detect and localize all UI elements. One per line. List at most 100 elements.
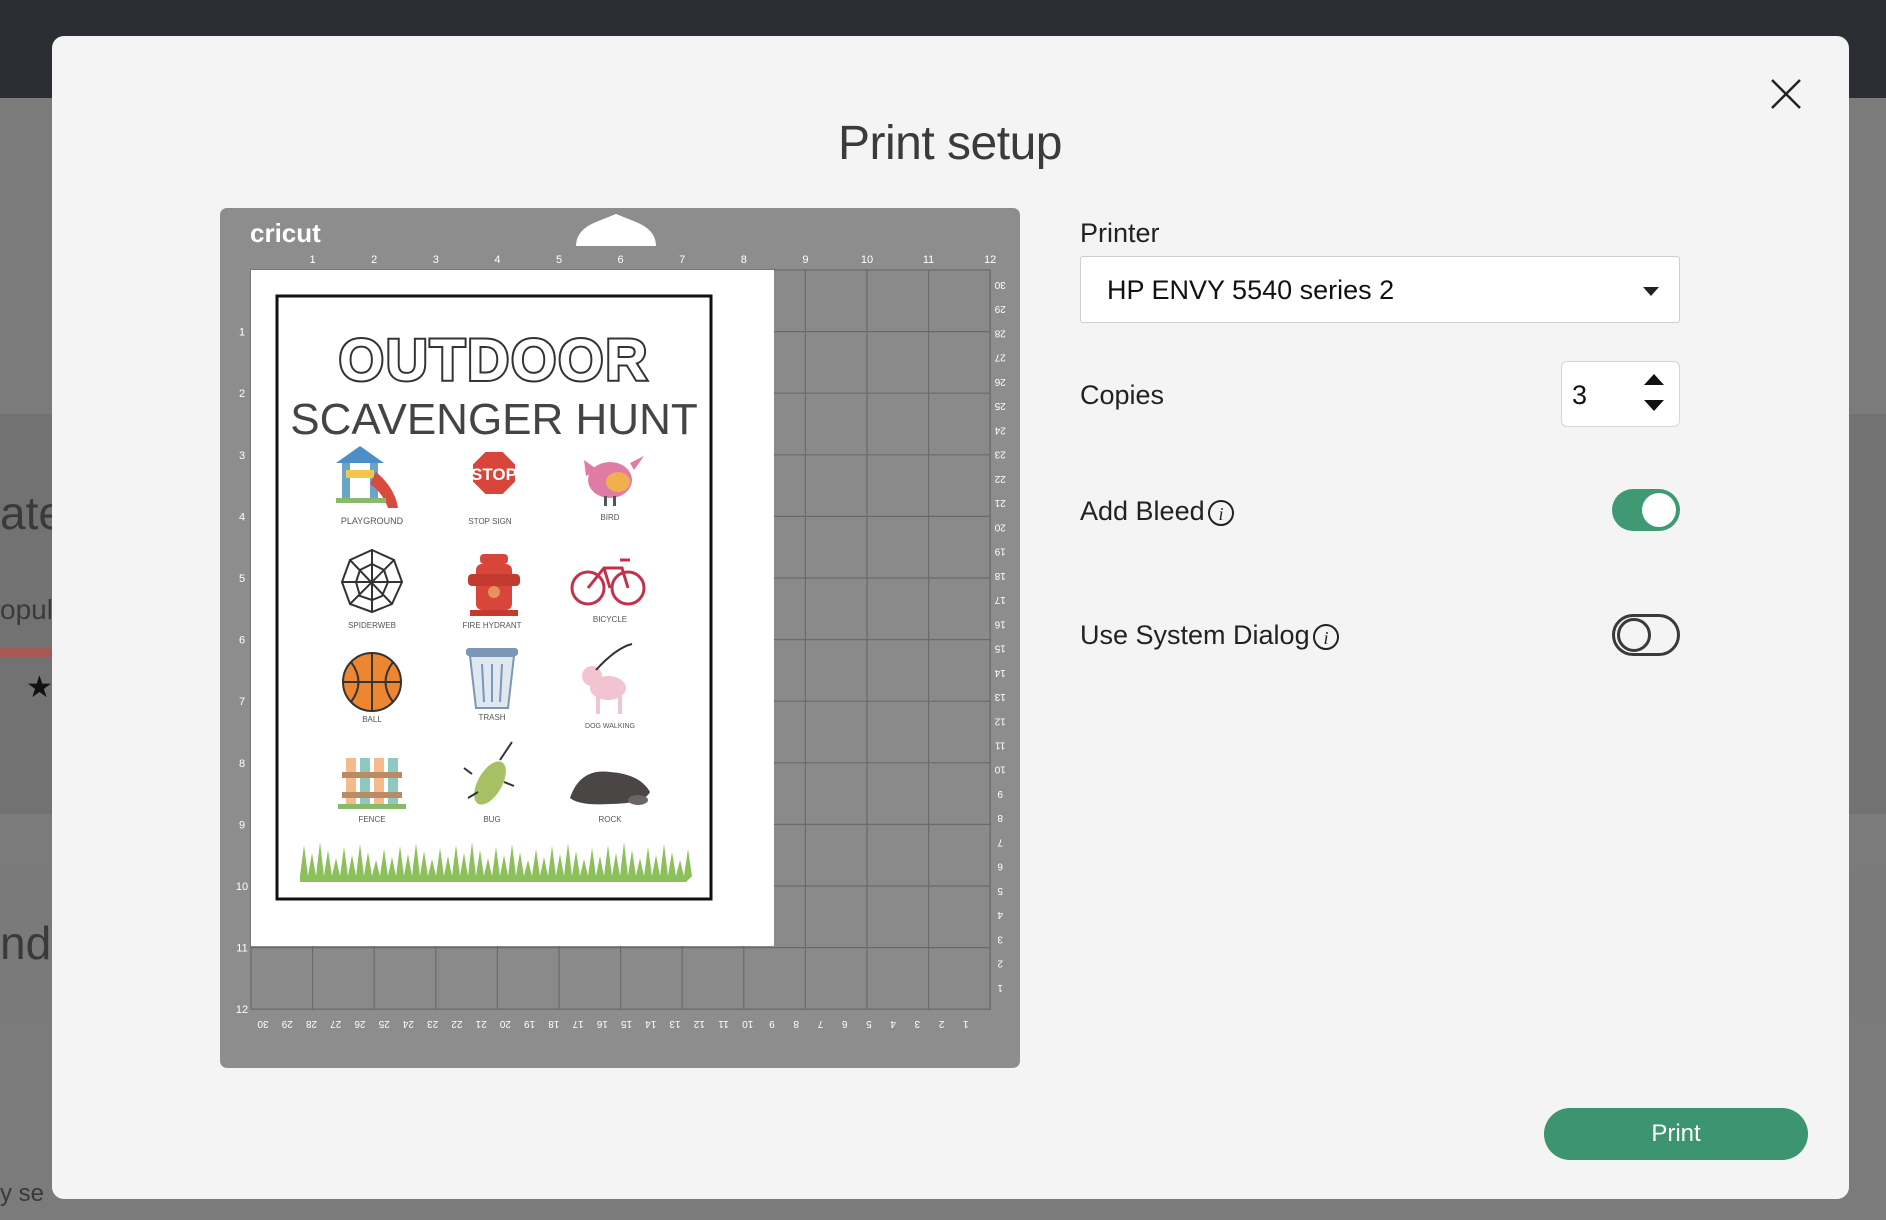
left-ruler-label: 7	[239, 696, 245, 708]
item-label: FIRE HYDRANT	[462, 621, 521, 630]
left-ruler-label: 11	[236, 943, 247, 955]
background-text: y se	[0, 1180, 45, 1207]
left-ruler-label: 8	[239, 758, 245, 770]
info-icon[interactable]: i	[1207, 499, 1235, 527]
toggle-knob	[1617, 618, 1651, 652]
item-label: BALL	[362, 715, 382, 724]
left-ruler-label: 12	[236, 1004, 248, 1016]
bottom-ruler-label: 13	[669, 1018, 681, 1029]
add-bleed-label: Add Bleed	[1080, 496, 1205, 526]
bottom-ruler-label: 9	[769, 1018, 775, 1029]
top-ruler-label: 1	[310, 254, 316, 266]
system-dialog-toggle[interactable]	[1612, 614, 1680, 656]
bottom-ruler-label: 1	[963, 1018, 969, 1029]
item-label: FENCE	[358, 815, 385, 824]
item-label: STOP SIGN	[468, 517, 511, 526]
top-ruler-label: 11	[923, 254, 934, 266]
top-ruler-label: 9	[802, 254, 808, 266]
top-ruler-label: 7	[679, 254, 685, 266]
right-ruler-label: 15	[994, 643, 1006, 654]
left-ruler-label: 5	[239, 573, 245, 585]
top-ruler-label: 6	[618, 254, 624, 266]
right-ruler-label: 9	[997, 788, 1003, 799]
copies-input[interactable]	[1572, 380, 1632, 411]
right-ruler-label: 26	[994, 376, 1006, 387]
bottom-ruler-label: 22	[451, 1018, 463, 1029]
background-text: nd	[0, 917, 52, 969]
close-icon	[1771, 79, 1801, 109]
mat-canvas: OUTDOOR SCAVENGER HUNT PLAYGROUND STOP S…	[236, 214, 1006, 1029]
right-ruler-label: 16	[994, 618, 1006, 629]
copies-increment-button[interactable]	[1642, 372, 1666, 388]
item-label: DOG WALKING	[585, 723, 635, 730]
right-ruler-label: 23	[994, 449, 1006, 460]
bottom-ruler-label: 18	[548, 1018, 560, 1029]
spiderweb-icon	[340, 548, 404, 614]
bottom-ruler-label: 4	[890, 1018, 896, 1029]
svg-text:STOP: STOP	[471, 465, 517, 484]
top-ruler-label: 10	[861, 254, 873, 266]
right-ruler-label: 2	[997, 958, 1003, 969]
cutting-mat-preview: OUTDOOR SCAVENGER HUNT PLAYGROUND STOP S…	[220, 208, 1020, 1068]
right-ruler-label: 11	[995, 739, 1006, 750]
left-ruler-label: 9	[239, 819, 245, 831]
left-ruler-label: 4	[239, 511, 245, 523]
right-ruler-label: 20	[994, 521, 1006, 532]
bottom-ruler-label: 17	[572, 1018, 584, 1029]
right-ruler-label: 4	[997, 909, 1003, 920]
right-ruler-label: 28	[994, 327, 1006, 338]
bottom-ruler-label: 10	[742, 1018, 754, 1029]
mat-notch	[576, 214, 656, 246]
document-subtitle: SCAVENGER HUNT	[290, 395, 697, 444]
left-ruler-label: 6	[239, 635, 245, 647]
right-ruler-label: 24	[994, 424, 1006, 435]
printer-select[interactable]: HP ENVY 5540 series 2	[1080, 256, 1680, 323]
caret-down-icon	[1644, 400, 1664, 411]
item-label: SPIDERWEB	[348, 621, 396, 630]
cricut-logo: cricut	[250, 218, 321, 248]
close-button[interactable]	[1768, 76, 1804, 112]
item-label: ROCK	[598, 815, 622, 824]
svg-text:i: i	[1218, 504, 1223, 524]
background-bar	[0, 648, 60, 657]
right-ruler-label: 10	[994, 764, 1006, 775]
bottom-ruler-label: 2	[938, 1018, 944, 1029]
printer-select-value: HP ENVY 5540 series 2	[1107, 275, 1395, 305]
bottom-ruler-label: 30	[257, 1018, 269, 1029]
star-icon: ★	[26, 671, 53, 704]
bottom-ruler-label: 16	[596, 1018, 608, 1029]
bottom-ruler-label: 29	[281, 1018, 293, 1029]
right-ruler-label: 8	[997, 812, 1003, 823]
right-ruler-label: 13	[994, 691, 1006, 702]
system-dialog-label: Use System Dialog	[1080, 620, 1310, 650]
basketball-icon	[342, 652, 402, 712]
right-ruler-label: 5	[997, 885, 1003, 896]
top-ruler-label: 5	[556, 254, 562, 266]
bottom-ruler-label: 26	[354, 1018, 366, 1029]
top-ruler-label: 8	[741, 254, 747, 266]
bottom-ruler-label: 23	[427, 1018, 439, 1029]
right-ruler-label: 29	[994, 303, 1006, 314]
toggle-knob	[1642, 493, 1676, 527]
dialog-title: Print setup	[838, 117, 1062, 170]
bottom-ruler-label: 25	[378, 1018, 390, 1029]
print-button[interactable]: Print	[1544, 1108, 1808, 1160]
left-ruler-label: 3	[239, 450, 245, 462]
bottom-ruler-label: 19	[524, 1018, 536, 1029]
bottom-ruler-label: 6	[841, 1018, 847, 1029]
bottom-ruler-label: 14	[645, 1018, 657, 1029]
top-ruler-label: 2	[371, 254, 377, 266]
copies-decrement-button[interactable]	[1642, 398, 1666, 414]
right-ruler-label: 17	[994, 594, 1006, 605]
bottom-ruler-label: 7	[817, 1018, 823, 1029]
copies-stepper[interactable]	[1561, 361, 1680, 427]
bottom-ruler-label: 11	[718, 1018, 729, 1029]
right-ruler-label: 27	[994, 352, 1006, 363]
top-ruler-label: 12	[984, 254, 996, 266]
caret-up-icon	[1644, 374, 1664, 385]
printer-label: Printer	[1080, 218, 1160, 248]
info-icon[interactable]: i	[1312, 623, 1340, 651]
chevron-down-icon	[1643, 287, 1659, 296]
add-bleed-toggle[interactable]	[1612, 489, 1680, 531]
item-label: TRASH	[478, 713, 505, 722]
